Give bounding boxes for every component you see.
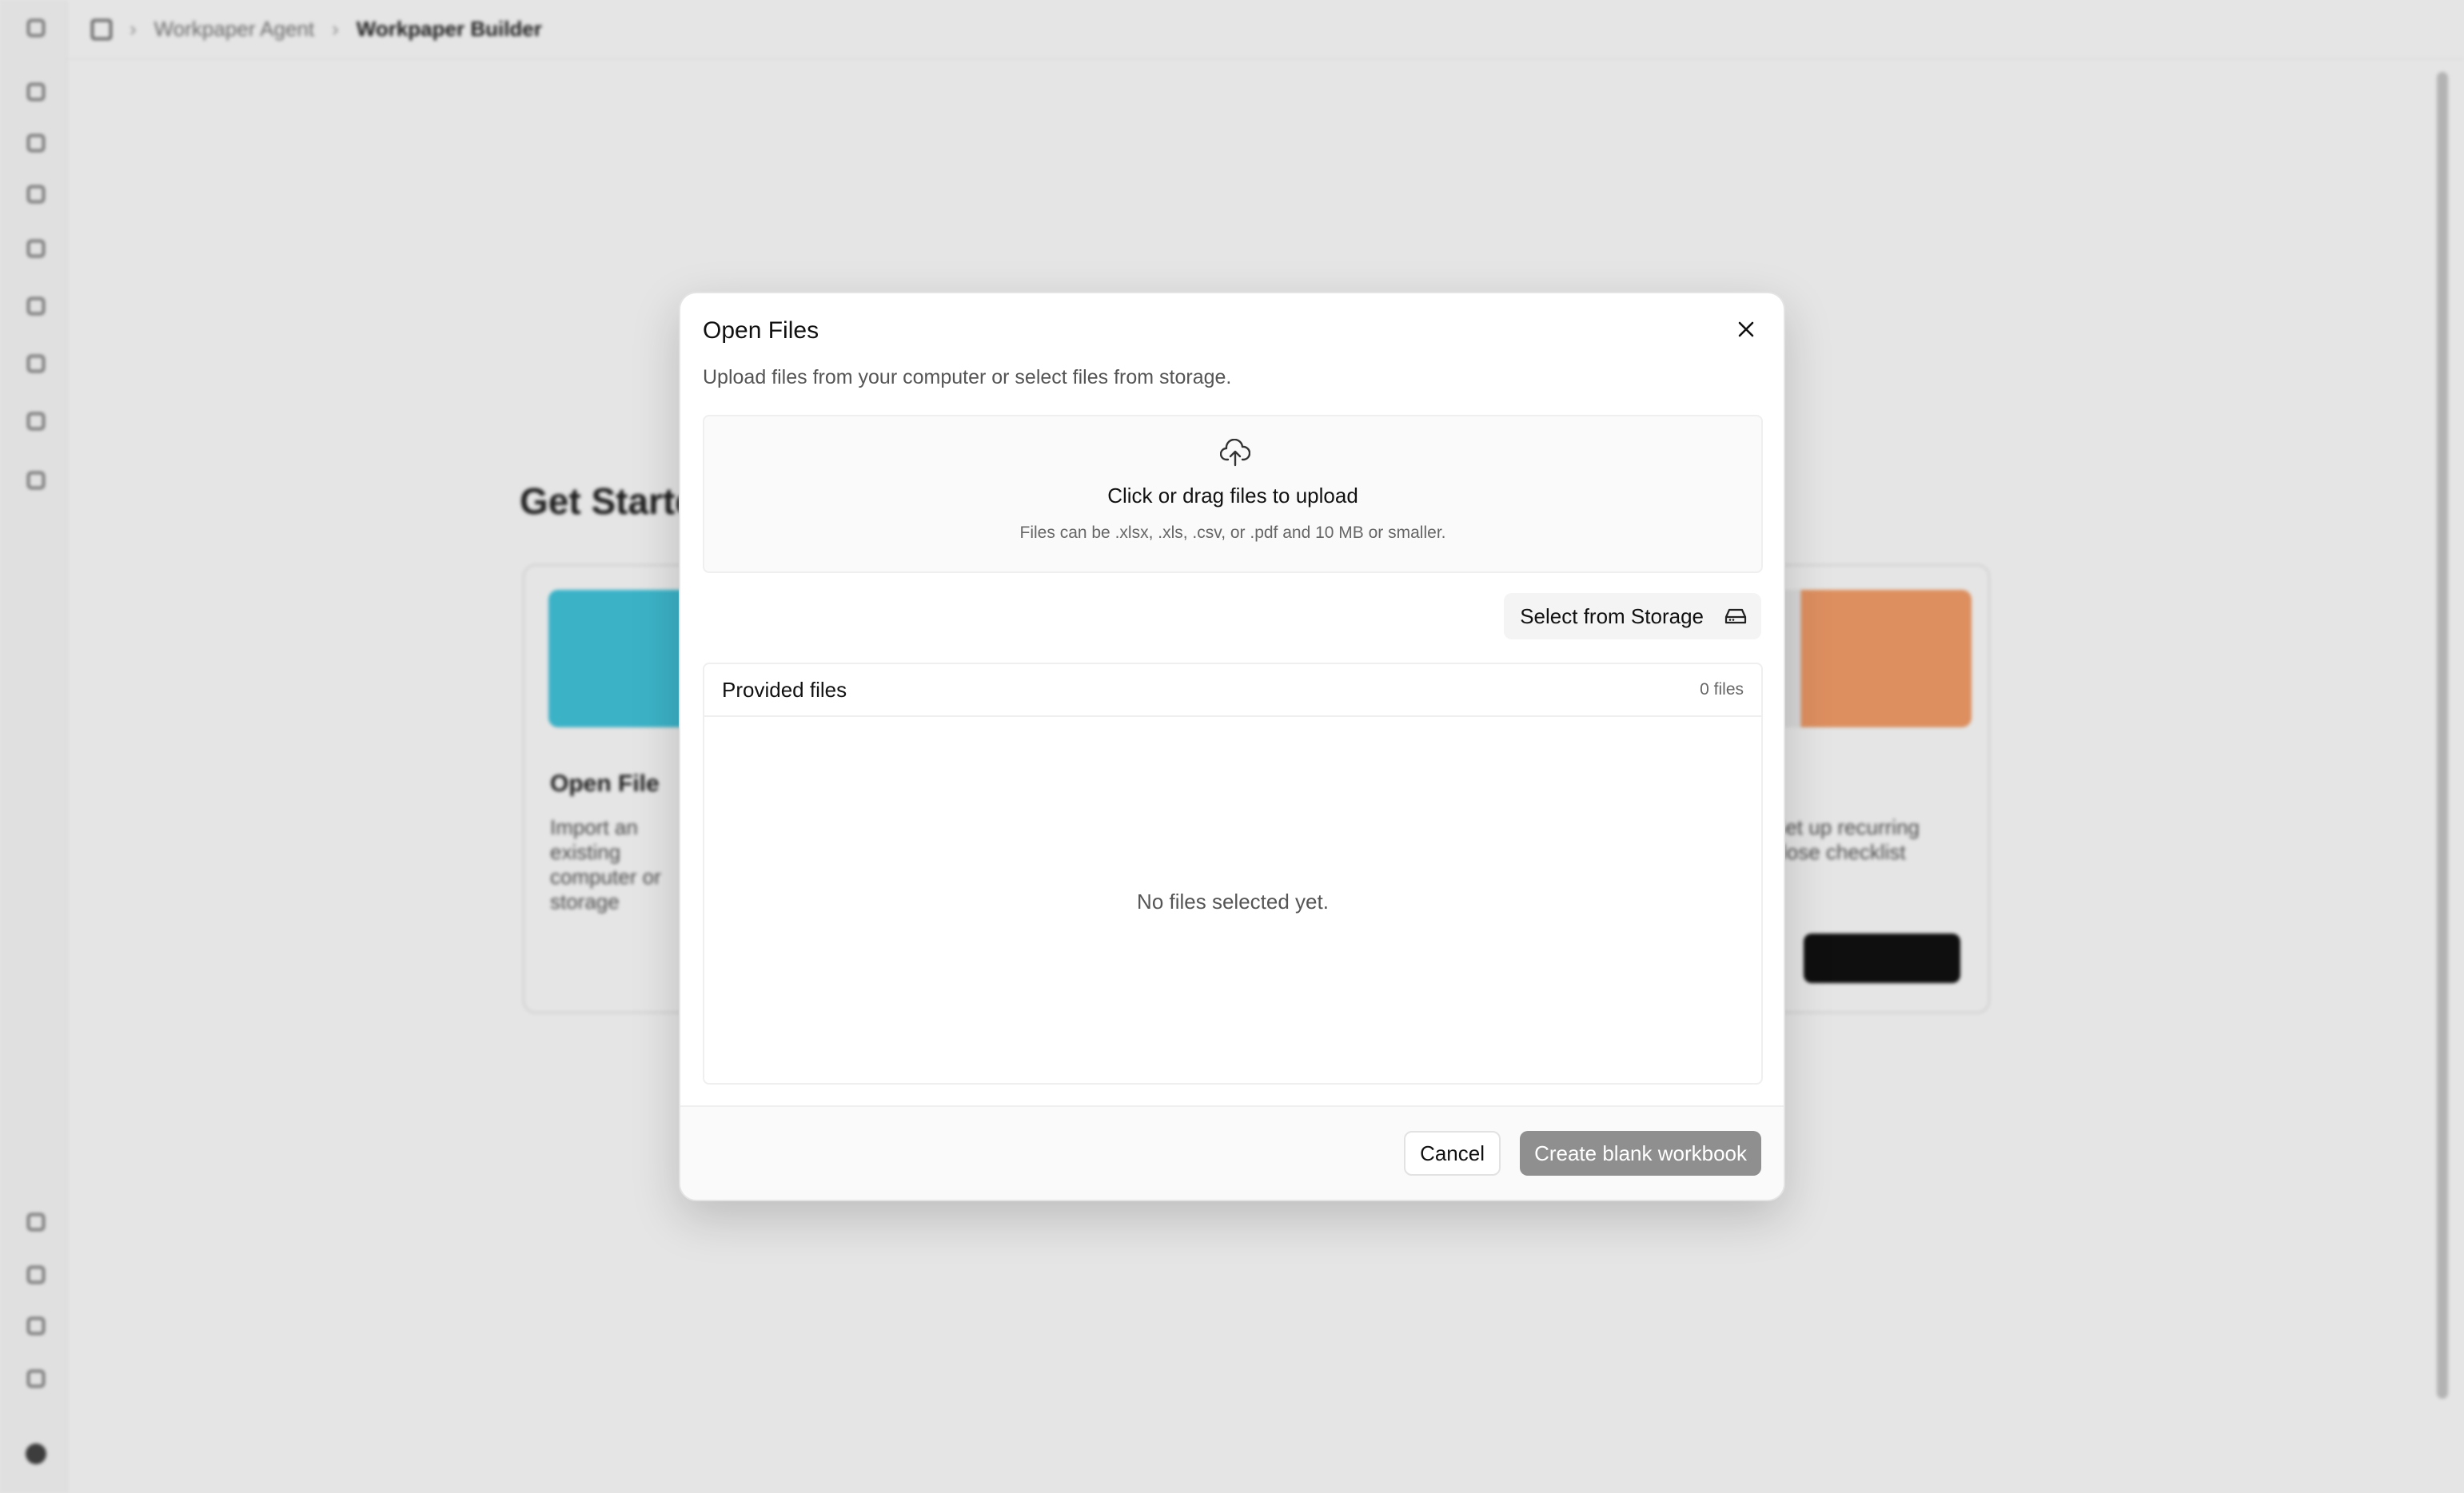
files-panel-label: Provided files (722, 677, 847, 702)
upload-dropzone[interactable]: Click or drag files to upload Files can … (703, 415, 1763, 573)
dropzone-title: Click or drag files to upload (1107, 484, 1358, 508)
empty-state-message: No files selected yet. (1137, 890, 1329, 914)
cloud-upload-icon (1220, 439, 1250, 467)
dropzone-hint: Files can be .xlsx, .xls, .csv, or .pdf … (1019, 524, 1446, 542)
close-button[interactable] (1732, 316, 1760, 343)
cancel-button[interactable]: Cancel (1404, 1131, 1501, 1176)
close-icon (1738, 321, 1754, 337)
select-from-storage-button[interactable]: Select from Storage (1504, 593, 1761, 639)
dialog-footer: Cancel Create blank workbook (680, 1105, 1784, 1200)
open-files-dialog: Open Files Upload files from your comput… (679, 292, 1785, 1201)
dialog-description: Upload files from your computer or selec… (703, 366, 1232, 388)
hard-drive-icon (1724, 608, 1747, 624)
provided-files-panel: Provided files 0 files No files selected… (703, 663, 1763, 1085)
dialog-title: Open Files (703, 317, 819, 344)
storage-button-label: Select from Storage (1520, 603, 1704, 628)
files-panel-header: Provided files 0 files (704, 664, 1761, 717)
create-blank-workbook-button[interactable]: Create blank workbook (1520, 1131, 1761, 1176)
files-count: 0 files (1700, 680, 1744, 699)
